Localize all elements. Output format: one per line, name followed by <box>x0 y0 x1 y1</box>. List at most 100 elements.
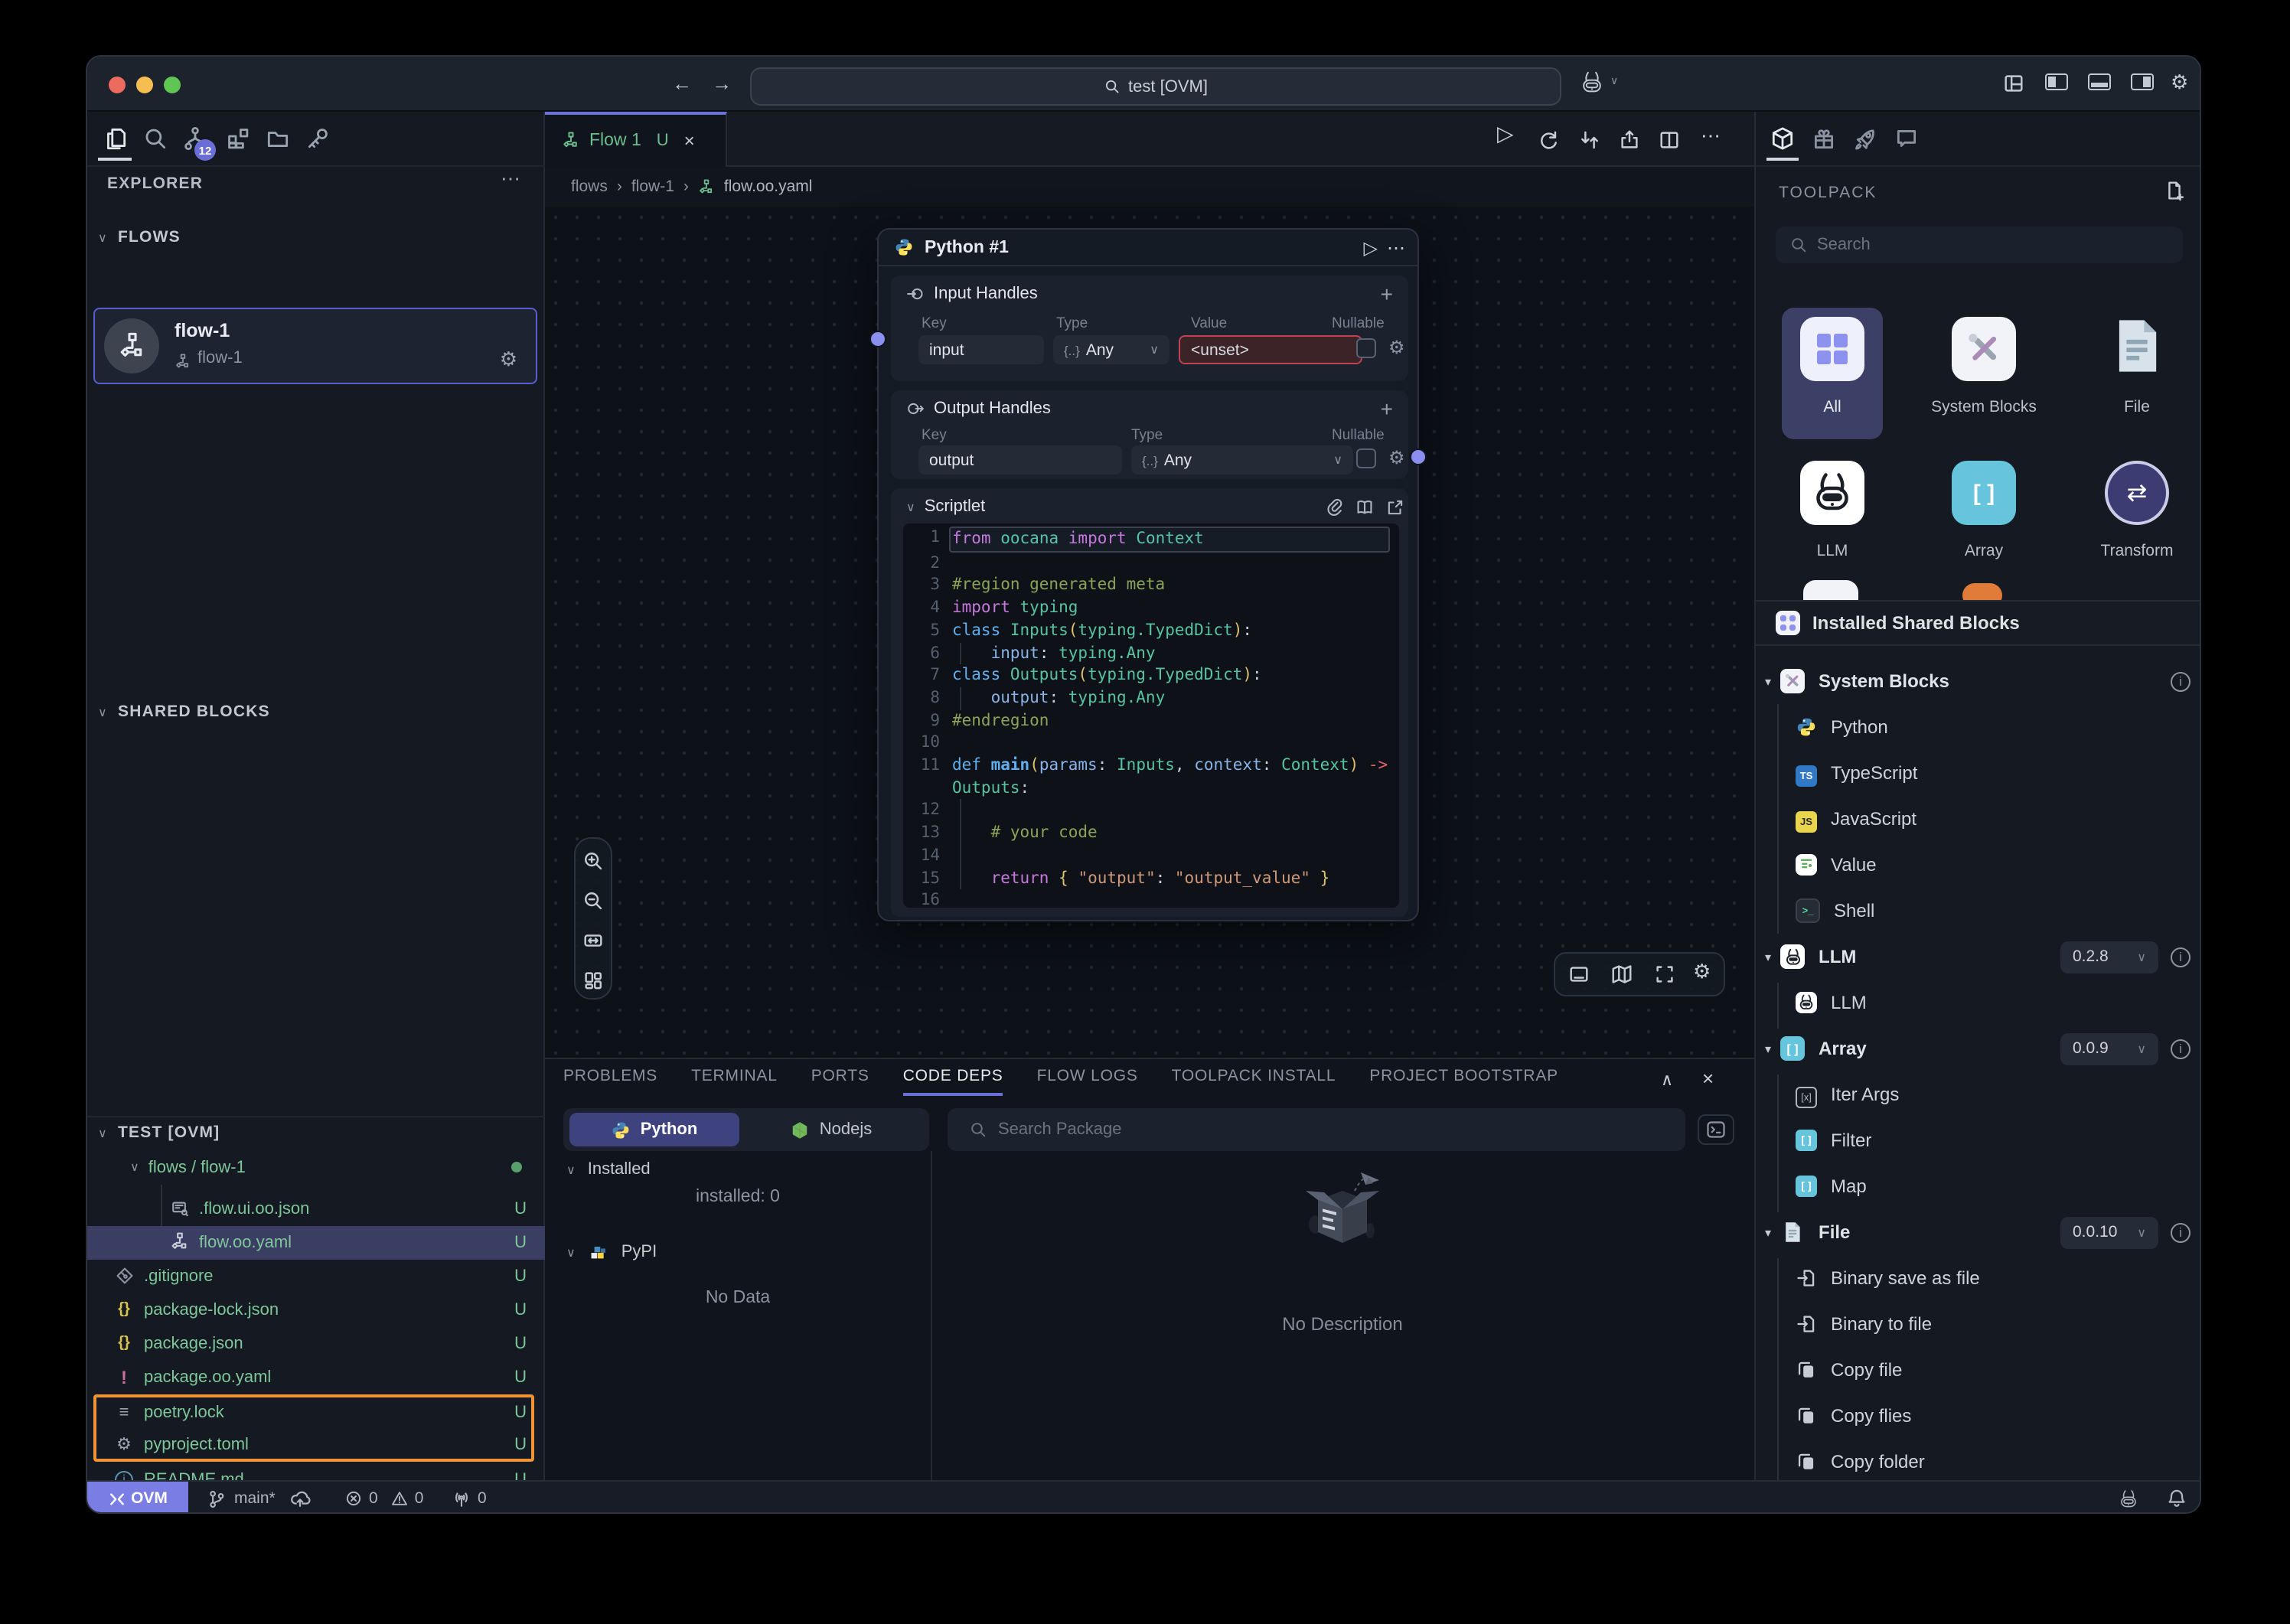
customize-layout-icon[interactable] <box>2002 72 2025 95</box>
nullable-checkbox[interactable] <box>1356 338 1376 358</box>
open-external-icon[interactable] <box>1385 497 1405 517</box>
output-connector-dot[interactable] <box>1410 448 1427 465</box>
tab-flow-1[interactable]: Flow 1 U × <box>545 112 727 167</box>
run-node-icon[interactable]: ▷ <box>1364 236 1378 258</box>
node-header[interactable]: Python #1 ▷ ⋯ <box>879 230 1417 266</box>
installed-group-header[interactable]: Installed <box>588 1160 651 1179</box>
output-key-field[interactable]: output <box>918 445 1122 474</box>
version-select[interactable]: 0.0.10∨ <box>2060 1216 2158 1248</box>
search-tab-icon[interactable] <box>142 126 168 152</box>
tab-ports[interactable]: PORTS <box>811 1066 869 1095</box>
tab-toolpack-install[interactable]: TOOLPACK INSTALL <box>1172 1066 1336 1095</box>
flow-settings-gear-icon[interactable]: ⚙ <box>500 347 517 372</box>
tree-item-javascript[interactable]: JS JavaScript <box>1756 796 2201 842</box>
feedback-tab-icon[interactable] <box>1894 126 1920 152</box>
handle-settings-gear-icon[interactable]: ⚙ <box>1388 337 1405 358</box>
all-blocks-icon[interactable] <box>1800 317 1864 381</box>
info-icon[interactable]: i <box>2171 1222 2191 1242</box>
gift-tab-icon[interactable] <box>1811 126 1837 152</box>
remote-indicator[interactable]: OVM <box>87 1482 188 1514</box>
tab-code-deps[interactable]: CODE DEPS <box>903 1066 1003 1095</box>
llm-blocks-icon[interactable] <box>1800 461 1864 525</box>
toggle-left-sidebar-icon[interactable] <box>2045 73 2068 90</box>
system-blocks-icon[interactable] <box>1952 317 2016 381</box>
transform-blocks-icon[interactable]: ⇄ <box>2105 461 2169 525</box>
add-output-handle-button[interactable]: + <box>1381 396 1393 421</box>
close-window-button[interactable] <box>109 77 126 93</box>
compare-changes-icon[interactable] <box>1578 129 1601 152</box>
fit-view-icon[interactable] <box>1653 963 1676 986</box>
sync-cloud-icon[interactable] <box>289 1488 311 1509</box>
tree-item-copy-flies[interactable]: Copy flies <box>1756 1393 2201 1439</box>
explorer-tab-icon[interactable] <box>103 126 129 152</box>
tree-item-filter[interactable]: [ ] Filter <box>1756 1117 2201 1163</box>
minimap-icon[interactable] <box>1610 963 1633 986</box>
file-blocks-icon[interactable] <box>2105 314 2169 378</box>
breadcrumb-item[interactable]: flow.oo.yaml <box>724 178 813 196</box>
tree-item-iter-args[interactable]: [x] Iter Args <box>1756 1071 2201 1117</box>
flow-canvas[interactable]: Python #1 ▷ ⋯ Input Handles + Key Type V… <box>545 207 1754 1058</box>
docs-icon[interactable] <box>1355 497 1375 517</box>
more-actions-icon[interactable]: ⋯ <box>1701 124 1721 148</box>
tab-flow-logs[interactable]: FLOW LOGS <box>1037 1066 1138 1095</box>
pypi-group-header[interactable]: PyPI <box>621 1243 657 1261</box>
input-type-select[interactable]: {..} Any ∨ <box>1053 335 1169 364</box>
handle-settings-gear-icon[interactable]: ⚙ <box>1388 447 1405 468</box>
notifications-bell-icon[interactable] <box>2166 1488 2187 1509</box>
zoom-out-icon[interactable] <box>582 889 605 912</box>
problems-status-item[interactable]: 0 0 <box>344 1482 423 1514</box>
tab-terminal[interactable]: TERMINAL <box>691 1066 778 1095</box>
history-back-button[interactable]: ← <box>672 72 692 95</box>
rabbit-account-icon[interactable] <box>1578 69 1606 96</box>
output-type-select[interactable]: {..} Any ∨ <box>1131 445 1353 474</box>
close-tab-icon[interactable]: × <box>684 130 695 152</box>
zoom-in-icon[interactable] <box>582 850 605 872</box>
minimize-window-button[interactable] <box>136 77 153 93</box>
tree-item-copy-folder[interactable]: Copy folder <box>1756 1439 2201 1480</box>
tab-problems[interactable]: PROBLEMS <box>563 1066 657 1095</box>
toggle-right-sidebar-icon[interactable] <box>2131 73 2154 90</box>
toggle-bottom-panel-icon[interactable] <box>2088 73 2111 90</box>
test-ovm-section-header[interactable]: TEST [OVM] <box>118 1123 220 1142</box>
input-value-field-unset[interactable]: <unset> <box>1179 335 1362 364</box>
tree-item-copy-file[interactable]: Copy file <box>1756 1347 2201 1393</box>
branch-status-item[interactable]: main* <box>207 1482 311 1514</box>
tab-project-bootstrap[interactable]: PROJECT BOOTSTRAP <box>1369 1066 1558 1095</box>
open-terminal-icon[interactable] <box>1698 1114 1734 1145</box>
file-row[interactable]: ⚙ pyproject.toml U <box>87 1428 545 1460</box>
file-row[interactable]: ≡ poetry.lock U <box>87 1396 545 1428</box>
tree-item-binary-save-as-file[interactable]: Binary save as file <box>1756 1255 2201 1301</box>
tree-item-map[interactable]: [ ] Map <box>1756 1163 2201 1209</box>
rocket-tab-icon[interactable] <box>1852 126 1878 152</box>
rerun-icon[interactable] <box>1537 129 1560 152</box>
export-icon[interactable] <box>1618 129 1641 152</box>
input-key-field[interactable]: input <box>918 335 1044 364</box>
split-editor-icon[interactable] <box>1658 129 1681 152</box>
file-row[interactable]: .gitignore U <box>87 1260 545 1292</box>
folder-tab-icon[interactable] <box>265 126 291 152</box>
maximize-window-button[interactable] <box>164 77 181 93</box>
auto-layout-icon[interactable] <box>582 969 605 992</box>
info-icon[interactable]: i <box>2171 947 2191 967</box>
tree-item-typescript[interactable]: TS TypeScript <box>1756 750 2201 796</box>
array-blocks-icon[interactable]: [ ] <box>1952 461 2016 525</box>
file-row[interactable]: .flow.ui.oo.json U <box>87 1192 545 1225</box>
file-row[interactable]: {} package-lock.json U <box>87 1293 545 1326</box>
history-forward-button[interactable]: → <box>712 72 732 95</box>
tree-group-system-blocks[interactable]: ▾ System Blocks i <box>1756 658 2201 704</box>
run-flow-icon[interactable]: ▷ <box>1497 121 1514 147</box>
more-actions-icon[interactable]: ⋯ <box>501 167 520 191</box>
attach-icon[interactable] <box>1324 497 1344 517</box>
new-toolpack-icon[interactable] <box>2163 179 2186 202</box>
info-icon[interactable]: i <box>2171 671 2191 691</box>
tree-item-value[interactable]: Value <box>1756 842 2201 888</box>
package-search-input[interactable]: Search Package <box>948 1108 1685 1151</box>
input-connector-dot[interactable] <box>869 331 886 347</box>
nullable-checkbox[interactable] <box>1356 448 1376 468</box>
python-toggle-button[interactable]: Python <box>569 1113 739 1146</box>
tree-folder-flows-flow-1[interactable]: ∨ flows / flow-1 <box>87 1151 545 1183</box>
breadcrumb-item[interactable]: flows <box>571 178 608 196</box>
toolpack-tab-icon[interactable] <box>1770 126 1796 152</box>
nodejs-toggle-button[interactable]: Nodejs <box>745 1113 917 1146</box>
shared-blocks-section-header[interactable]: SHARED BLOCKS <box>118 703 270 721</box>
